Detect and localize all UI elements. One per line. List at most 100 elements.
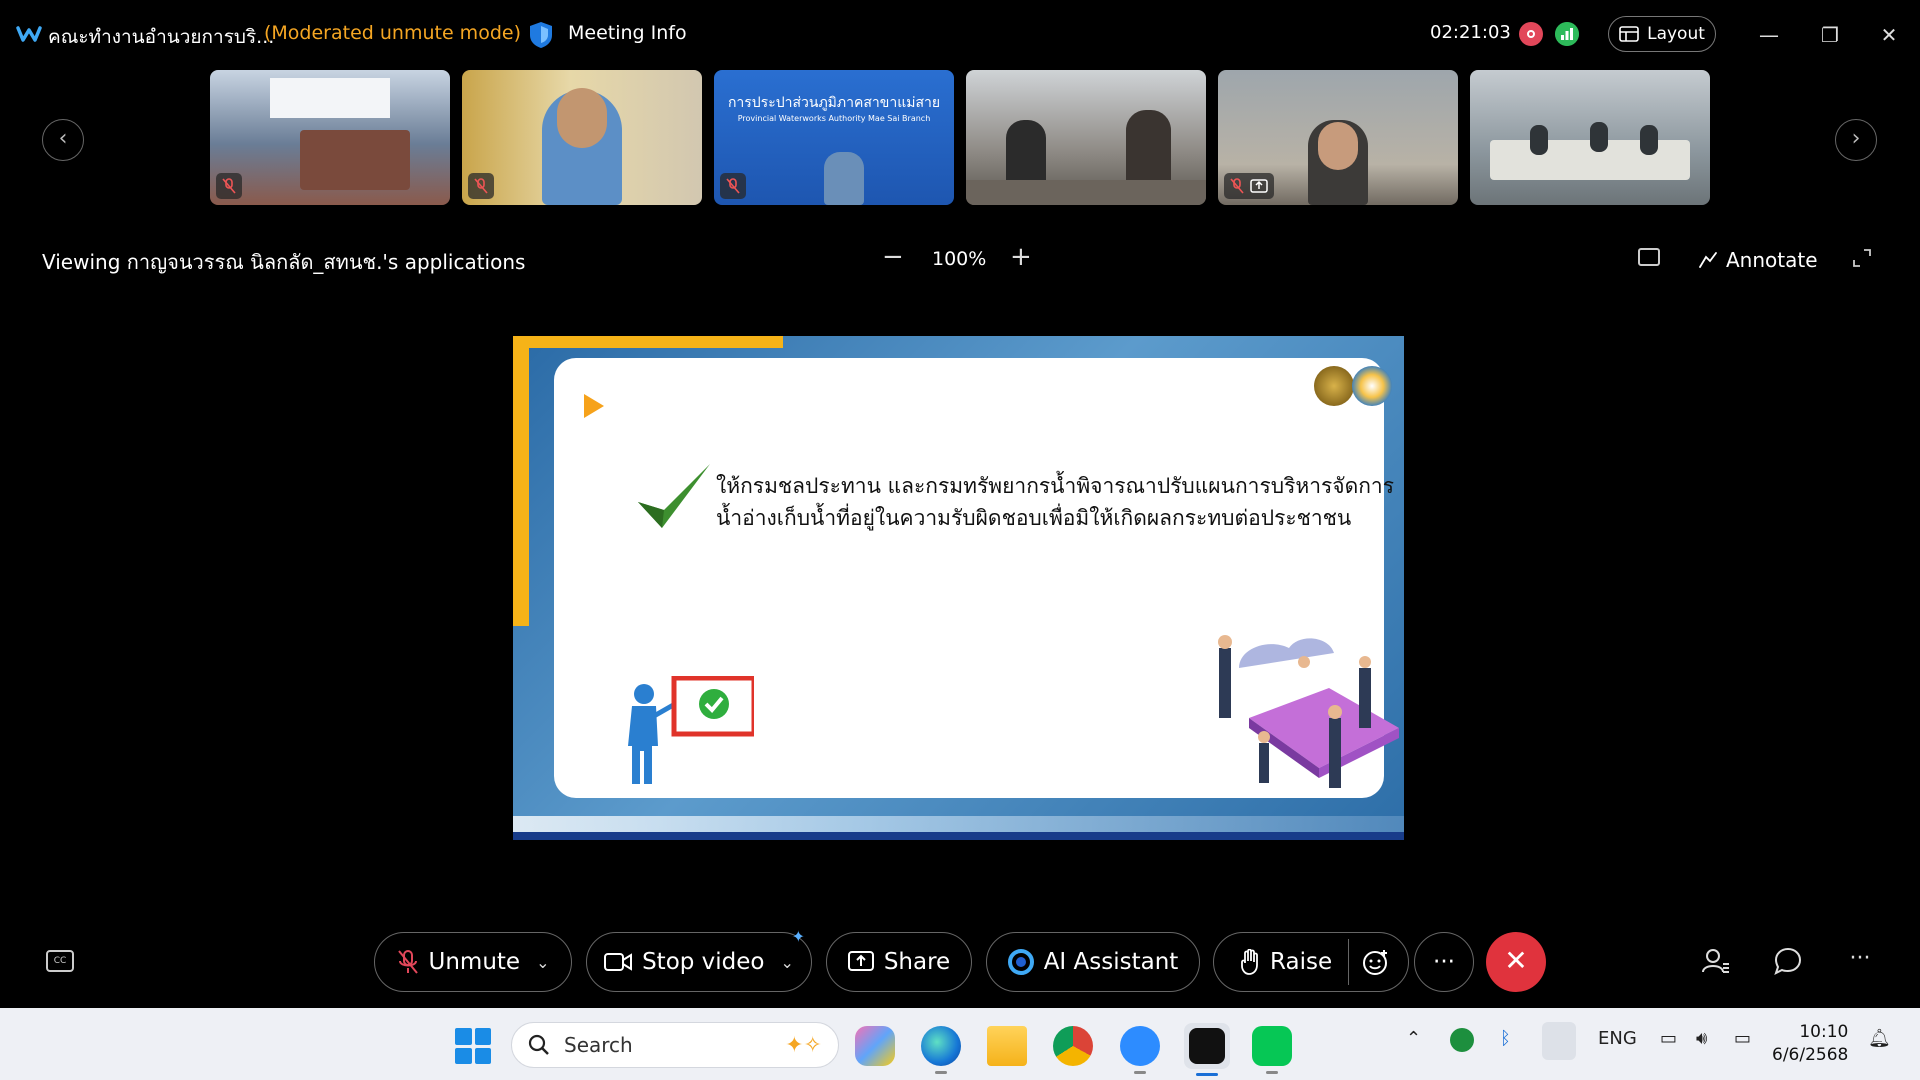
participant-tile-1[interactable] bbox=[210, 70, 450, 205]
face bbox=[557, 88, 607, 148]
screen-view-icon[interactable] bbox=[1638, 248, 1660, 266]
chevron-left-icon[interactable]: ‹ bbox=[42, 119, 84, 161]
participant-tile-2[interactable] bbox=[462, 70, 702, 205]
desk bbox=[966, 180, 1206, 205]
stop-video-label: Stop video bbox=[642, 949, 765, 975]
taskbar-search[interactable]: Search ✦✧ bbox=[511, 1022, 839, 1068]
closed-caption-button[interactable]: CC bbox=[46, 950, 74, 972]
app-running-indicator bbox=[1266, 1071, 1278, 1074]
slide-accent-top bbox=[513, 336, 783, 348]
divider bbox=[1348, 939, 1349, 985]
mic-muted-icon bbox=[1230, 178, 1244, 194]
muted-badge bbox=[468, 173, 494, 199]
title-bar: คณะทำงานอำนวยการบริ... (Moderated unmute… bbox=[0, 0, 1920, 70]
end-call-button[interactable]: ✕ bbox=[1486, 932, 1546, 992]
slide-accent-left bbox=[513, 336, 529, 626]
reaction-icon[interactable] bbox=[1362, 948, 1390, 976]
mic-muted-tray-icon[interactable] bbox=[1542, 1022, 1576, 1060]
system-clock[interactable]: 10:10 6/6/2568 bbox=[1772, 1021, 1848, 1067]
volume-icon[interactable]: 🔊︎ bbox=[1696, 1028, 1707, 1049]
bluetooth-icon[interactable]: ᛒ bbox=[1500, 1028, 1511, 1049]
edge-app-icon[interactable] bbox=[921, 1026, 961, 1074]
person bbox=[824, 152, 864, 205]
zoom-out-button[interactable]: − bbox=[882, 242, 904, 272]
ai-assistant-button[interactable]: AI Assistant bbox=[986, 932, 1200, 992]
stop-video-button[interactable]: Stop video ⌄ ✦ bbox=[586, 927, 812, 992]
participant-tile-6[interactable] bbox=[1470, 70, 1710, 205]
zoom-in-button[interactable]: + bbox=[1010, 242, 1032, 272]
annotate-button[interactable]: Annotate bbox=[1698, 248, 1818, 272]
network-stats-icon[interactable] bbox=[1555, 22, 1579, 46]
mic-muted-icon bbox=[222, 178, 236, 194]
slide-band-light bbox=[513, 816, 1404, 832]
chat-icon[interactable] bbox=[1773, 946, 1803, 976]
recording-icon[interactable] bbox=[1519, 22, 1543, 46]
clock-date: 6/6/2568 bbox=[1772, 1045, 1849, 1065]
copilot-app-icon[interactable] bbox=[855, 1026, 895, 1066]
muted-badge bbox=[216, 173, 242, 199]
battery-icon[interactable]: ▭ bbox=[1734, 1028, 1751, 1049]
webex-app-icon[interactable] bbox=[1184, 1023, 1230, 1076]
unmute-label: Unmute bbox=[428, 949, 521, 975]
mic-muted-icon bbox=[726, 178, 740, 194]
chevron-down-icon[interactable]: ⌄ bbox=[536, 953, 549, 972]
security-shield-icon[interactable] bbox=[1450, 1028, 1474, 1052]
video-camera-icon bbox=[604, 953, 633, 971]
conference-table bbox=[300, 130, 410, 190]
file-explorer-app-icon[interactable] bbox=[987, 1026, 1027, 1066]
muted-badge bbox=[1224, 173, 1274, 199]
layout-label: Layout bbox=[1647, 24, 1705, 44]
participants-icon[interactable] bbox=[1701, 946, 1731, 976]
person bbox=[1640, 125, 1658, 155]
close-icon[interactable]: ✕ bbox=[1874, 20, 1904, 50]
unmute-button[interactable]: Unmute ⌄ bbox=[374, 932, 572, 992]
thumb-caption-th: การประปาส่วนภูมิภาคสาขาแม่สาย bbox=[727, 95, 941, 111]
chevron-down-icon[interactable]: ⌄ bbox=[781, 953, 794, 972]
meeting-info-button[interactable]: Meeting Info bbox=[568, 22, 687, 44]
zoom-app-icon[interactable] bbox=[1120, 1026, 1160, 1074]
ai-assistant-icon bbox=[1007, 949, 1034, 975]
face bbox=[1318, 122, 1358, 170]
share-button[interactable]: Share bbox=[826, 932, 972, 992]
zoom-level: 100% bbox=[932, 248, 987, 270]
participant-tile-5[interactable] bbox=[1218, 70, 1458, 205]
more-label: ··· bbox=[1433, 949, 1455, 975]
thumb-caption-en: Provincial Waterworks Authority Mae Sai … bbox=[737, 114, 931, 123]
sparkle-icon: ✦ bbox=[791, 927, 805, 946]
expand-icon[interactable] bbox=[1852, 248, 1872, 268]
network-icon[interactable]: ▭ bbox=[1660, 1028, 1677, 1049]
agency-seal-icon bbox=[1352, 366, 1392, 406]
notification-icon[interactable]: 🔔︎ bbox=[1868, 1028, 1891, 1049]
participant-tile-3[interactable]: การประปาส่วนภูมิภาคสาขาแม่สาย Provincial… bbox=[714, 70, 954, 205]
line-app-icon[interactable] bbox=[1252, 1026, 1292, 1074]
layout-button[interactable]: Layout bbox=[1608, 16, 1716, 52]
raise-hand-button[interactable]: Raise bbox=[1213, 932, 1409, 992]
chrome-app-icon[interactable] bbox=[1053, 1026, 1093, 1066]
pen-icon bbox=[1699, 252, 1717, 268]
government-seal-icon bbox=[1314, 366, 1354, 406]
minimize-icon[interactable]: — bbox=[1754, 20, 1784, 50]
meeting-illustration-icon bbox=[1218, 635, 1399, 788]
participant-tile-4[interactable] bbox=[966, 70, 1206, 205]
chevron-right-icon[interactable]: › bbox=[1835, 119, 1877, 161]
shared-content: ให้กรมชลประทาน และกรมทรัพยากรน้ำพิจารณาป… bbox=[513, 290, 1404, 886]
windows-start-icon[interactable] bbox=[455, 1028, 491, 1064]
share-header: Viewing กาญจนวรรณ นิลกลัด_สทนช.'s applic… bbox=[0, 238, 1920, 282]
play-icon bbox=[584, 394, 604, 418]
viewing-label: Viewing กาญจนวรรณ นิลกลัด_สทนช.'s applic… bbox=[42, 250, 526, 274]
copilot-sparkle-icon: ✦✧ bbox=[785, 1032, 822, 1058]
webex-tile bbox=[1189, 1028, 1225, 1064]
meeting-title: คณะทำงานอำนวยการบริ... bbox=[48, 26, 275, 48]
presentation-slide: ให้กรมชลประทาน และกรมทรัพยากรน้ำพิจารณาป… bbox=[513, 336, 1404, 840]
presenter-illustration-icon bbox=[628, 676, 754, 784]
tray-overflow-icon[interactable]: ⌃ bbox=[1406, 1028, 1421, 1049]
more-panels-icon[interactable]: ··· bbox=[1845, 946, 1875, 976]
language-indicator[interactable]: ENG bbox=[1598, 1028, 1637, 1049]
more-options-button[interactable]: ··· bbox=[1414, 932, 1474, 992]
shield-icon[interactable] bbox=[528, 20, 554, 50]
person bbox=[1530, 125, 1548, 155]
unmute-mode-label: (Moderated unmute mode) bbox=[264, 22, 521, 44]
restore-icon[interactable]: ❐ bbox=[1815, 20, 1845, 50]
clock-time: 10:10 bbox=[1799, 1022, 1849, 1042]
windows-taskbar: Search ✦✧ ⌃ ᛒ ENG ▭ 🔊︎ ▭ 10:10 6/6/2568 … bbox=[0, 1008, 1920, 1080]
